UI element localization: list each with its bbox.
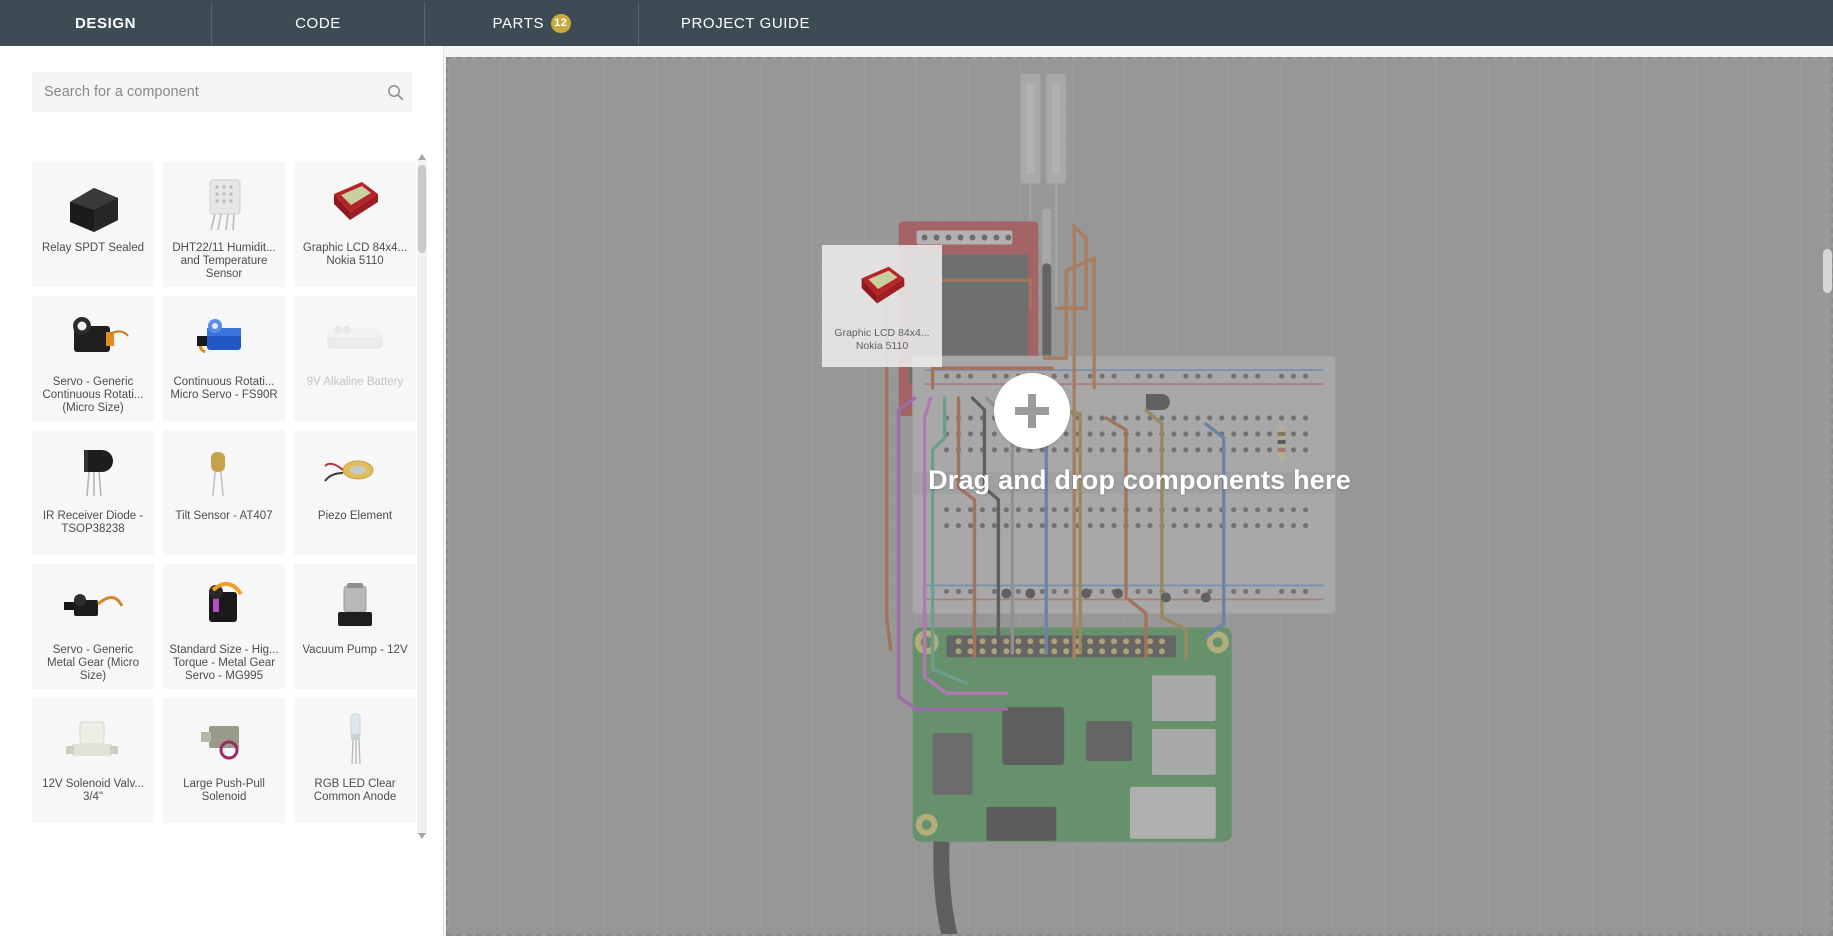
component-tile-tilt-sensor-at407[interactable]: Tilt Sensor - AT407 bbox=[163, 430, 285, 555]
tilt-sensor-icon bbox=[183, 440, 265, 504]
tab-project-guide-label: PROJECT GUIDE bbox=[681, 15, 810, 32]
component-tile-ir-receiver-diode-tsop38238[interactable]: IR Receiver Diode - TSOP38238 bbox=[32, 430, 154, 555]
scrollbar-thumb[interactable] bbox=[418, 165, 426, 253]
component-tile-12v-solenoid-valve[interactable]: 12V Solenoid Valv... 3/4" bbox=[32, 698, 154, 823]
component-tile-label: 12V Solenoid Valv... 3/4" bbox=[37, 778, 149, 804]
component-tile-standard-size-high-torque-metal-gear-servo-mg995[interactable]: Standard Size - Hig... Torque - Metal Ge… bbox=[163, 564, 285, 689]
tab-code-label: CODE bbox=[295, 15, 341, 32]
component-tile-label: RGB LED Clear Common Anode bbox=[299, 778, 411, 804]
dht22-sensor-icon bbox=[183, 172, 265, 236]
canvas-scrollbar[interactable] bbox=[1823, 249, 1832, 293]
piezo-element-icon bbox=[314, 440, 396, 504]
servo-continuous-micro-icon bbox=[52, 306, 134, 370]
add-component-button[interactable] bbox=[994, 373, 1070, 449]
component-grid: Relay SPDT Sealed bbox=[32, 116, 424, 823]
search-icon[interactable] bbox=[378, 84, 412, 101]
drop-overlay bbox=[448, 59, 1831, 934]
component-tile-label: Standard Size - Hig... Torque - Metal Ge… bbox=[168, 644, 280, 683]
component-tile-continuous-rotation-micro-servo-fs90r[interactable]: Continuous Rotati... Micro Servo - FS90R bbox=[163, 296, 285, 421]
component-tile-label: IR Receiver Diode - TSOP38238 bbox=[37, 510, 149, 536]
component-tile-label: Large Push-Pull Solenoid bbox=[168, 778, 280, 804]
component-tile-label: DHT22/11 Humidit... and Temperature Sens… bbox=[168, 242, 280, 281]
solenoid-valve-icon bbox=[52, 708, 134, 772]
scroll-up-arrow-icon[interactable] bbox=[417, 151, 427, 163]
nokia-5110-lcd-icon bbox=[314, 172, 396, 236]
tab-project-guide[interactable]: PROJECT GUIDE bbox=[639, 0, 852, 46]
relay-spdt-icon bbox=[52, 172, 134, 236]
component-tile-graphic-lcd-nokia-5110[interactable]: Graphic LCD 84x4... Nokia 5110 bbox=[294, 162, 416, 287]
component-tile-label: Continuous Rotati... Micro Servo - FS90R bbox=[168, 376, 280, 402]
component-tile-label: Piezo Element bbox=[299, 510, 411, 523]
drop-message: Drag and drop components here bbox=[448, 465, 1831, 496]
component-tile-label: Relay SPDT Sealed bbox=[37, 242, 149, 255]
tab-parts[interactable]: PARTS 12 bbox=[425, 0, 638, 46]
tab-parts-label: PARTS bbox=[492, 15, 544, 32]
component-tile-label: 9V Alkaline Battery bbox=[299, 376, 411, 389]
9v-battery-icon bbox=[314, 306, 396, 370]
circuit-canvas-board[interactable]: Graphic LCD 84x4... Nokia 5110 Drag and … bbox=[446, 57, 1833, 936]
component-tile-label: Tilt Sensor - AT407 bbox=[168, 510, 280, 523]
search-input[interactable] bbox=[32, 84, 378, 100]
component-grid-scroll[interactable]: Relay SPDT Sealed bbox=[32, 116, 424, 832]
tab-design[interactable]: DESIGN bbox=[0, 0, 211, 46]
circuit-canvas-area[interactable]: Graphic LCD 84x4... Nokia 5110 Drag and … bbox=[444, 46, 1833, 936]
component-tile-vacuum-pump-12v[interactable]: Vacuum Pump - 12V bbox=[294, 564, 416, 689]
rgb-led-icon bbox=[314, 708, 396, 772]
component-tile-relay-spdt-sealed[interactable]: Relay SPDT Sealed bbox=[32, 162, 154, 287]
servo-metal-gear-micro-icon bbox=[52, 574, 134, 638]
component-tile-dht22-humidity-temperature-sensor[interactable]: DHT22/11 Humidit... and Temperature Sens… bbox=[163, 162, 285, 287]
component-tile-label: Servo - Generic Continuous Rotati... (Mi… bbox=[37, 376, 149, 415]
ir-receiver-icon bbox=[52, 440, 134, 504]
component-tile-label: Vacuum Pump - 12V bbox=[299, 644, 411, 657]
component-tile-label: Servo - Generic Metal Gear (Micro Size) bbox=[37, 644, 149, 683]
scroll-down-arrow-icon[interactable] bbox=[417, 830, 427, 842]
component-tile-servo-generic-metal-gear-micro[interactable]: Servo - Generic Metal Gear (Micro Size) bbox=[32, 564, 154, 689]
component-tile-large-push-pull-solenoid[interactable]: Large Push-Pull Solenoid bbox=[163, 698, 285, 823]
component-tile-label: Graphic LCD 84x4... Nokia 5110 bbox=[299, 242, 411, 268]
app-root: DESIGN CODE PARTS 12 PROJECT GUIDE bbox=[0, 0, 1833, 936]
plus-icon bbox=[1028, 394, 1036, 428]
top-tabbar: DESIGN CODE PARTS 12 PROJECT GUIDE bbox=[0, 0, 1833, 46]
component-tile-servo-generic-continuous-rotation-micro[interactable]: Servo - Generic Continuous Rotati... (Mi… bbox=[32, 296, 154, 421]
servo-mg995-icon bbox=[183, 574, 265, 638]
component-tile-piezo-element[interactable]: Piezo Element bbox=[294, 430, 416, 555]
micro-servo-fs90r-icon bbox=[183, 306, 265, 370]
component-tile-9v-alkaline-battery[interactable]: 9V Alkaline Battery bbox=[294, 296, 416, 421]
component-tile-rgb-led-clear-common-anode[interactable]: RGB LED Clear Common Anode bbox=[294, 698, 416, 823]
push-pull-solenoid-icon bbox=[183, 708, 265, 772]
tab-code[interactable]: CODE bbox=[212, 0, 424, 46]
component-panel-scrollbar[interactable] bbox=[417, 159, 427, 834]
vacuum-pump-icon bbox=[314, 574, 396, 638]
search-box[interactable] bbox=[32, 72, 412, 112]
tab-design-label: DESIGN bbox=[75, 15, 136, 32]
parts-count-badge: 12 bbox=[551, 14, 570, 33]
component-panel: Relay SPDT Sealed bbox=[0, 46, 444, 936]
